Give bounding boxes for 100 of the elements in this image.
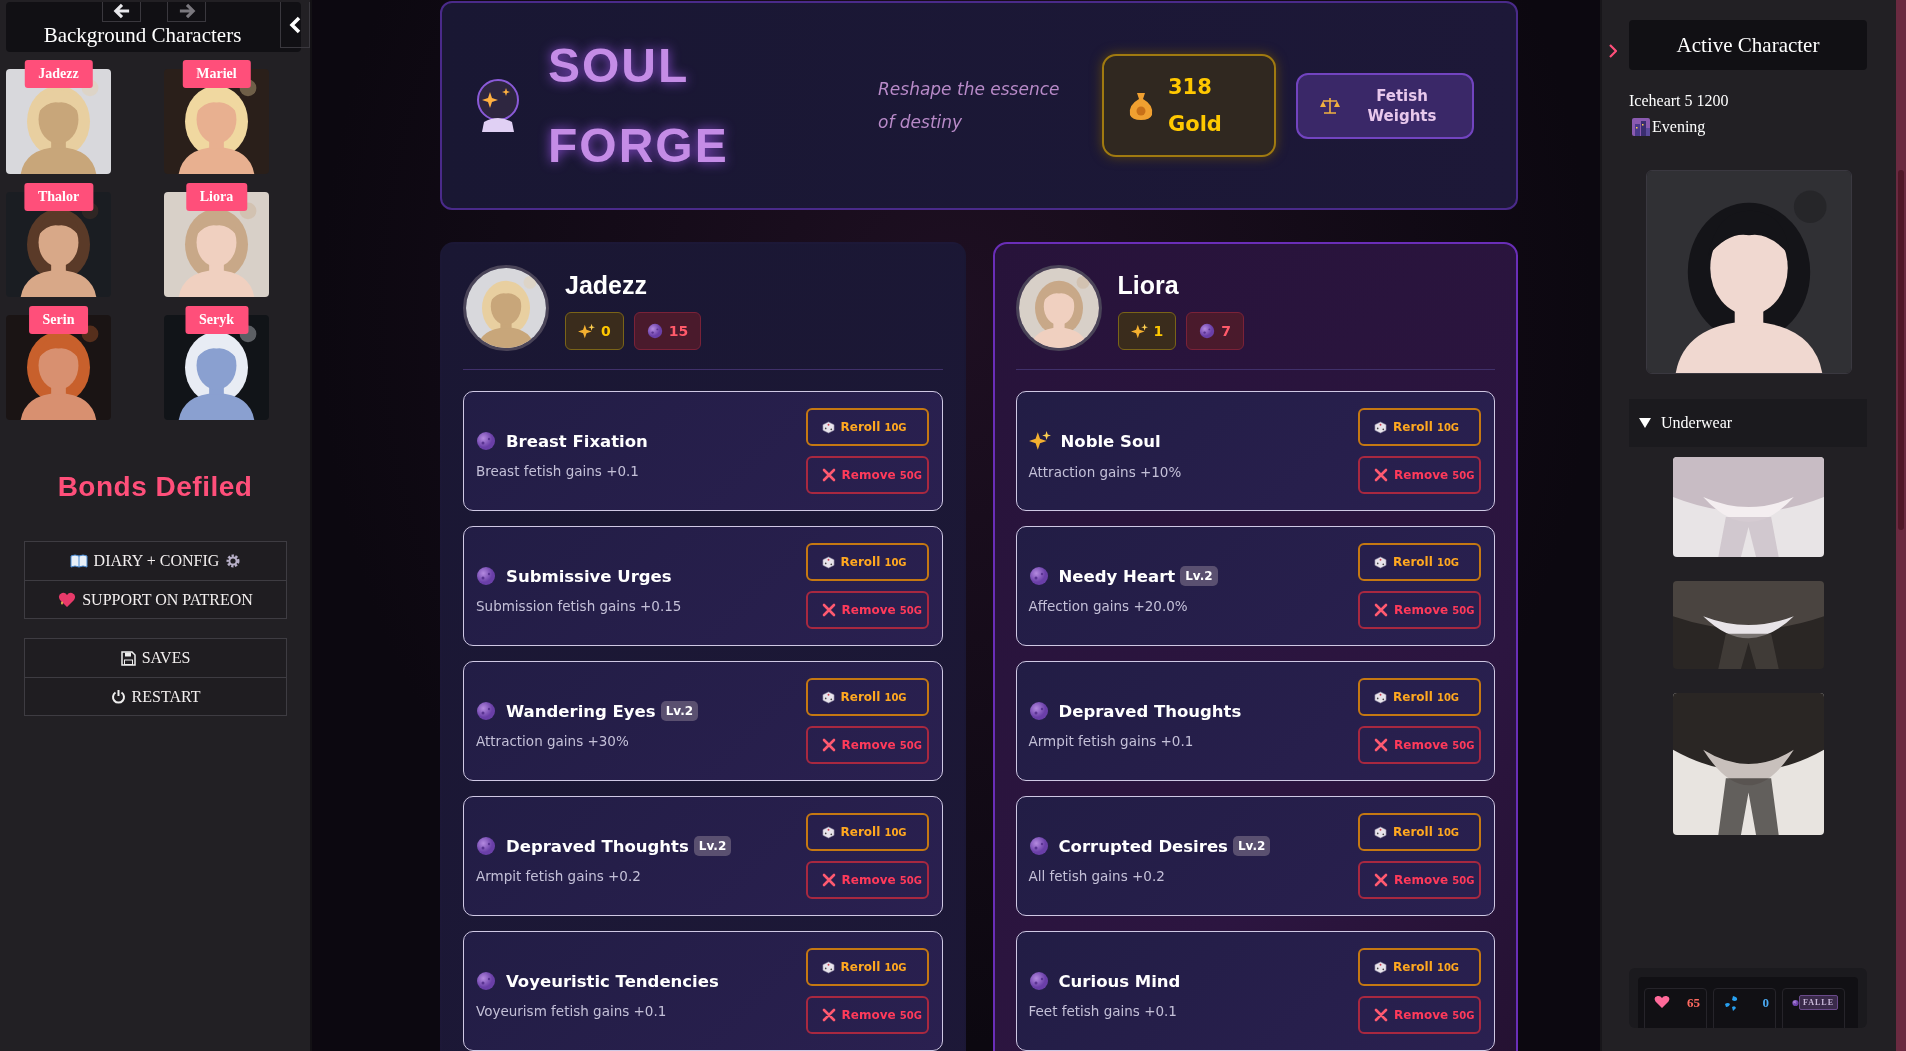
orb-icon bbox=[1028, 566, 1049, 586]
scrollbar-thumb[interactable] bbox=[1898, 170, 1904, 530]
trait-name: Curious Mind bbox=[1058, 971, 1181, 991]
name-tag: Jadezz bbox=[24, 60, 93, 88]
remove-button[interactable]: Remove 50G bbox=[1358, 456, 1481, 494]
orb-icon bbox=[476, 566, 496, 586]
sparkle-icon bbox=[1130, 322, 1148, 340]
close-icon bbox=[821, 738, 836, 752]
dice-icon bbox=[821, 420, 835, 434]
level-badge: Lv.2 bbox=[660, 701, 699, 721]
orb-icon bbox=[1028, 971, 1049, 991]
reroll-button[interactable]: Reroll 10G bbox=[805, 543, 929, 581]
tagline: Reshape the essence of destiny bbox=[878, 77, 1061, 134]
back-arrow-icon[interactable] bbox=[111, 3, 132, 19]
close-icon bbox=[821, 1008, 836, 1022]
dice-icon bbox=[1374, 825, 1387, 839]
trait-name: Wandering Eyes bbox=[506, 701, 656, 721]
reroll-button[interactable]: Reroll 10G bbox=[1358, 948, 1481, 986]
level-badge: Lv.2 bbox=[1232, 836, 1271, 856]
close-icon bbox=[1374, 873, 1388, 887]
sparkle-icon bbox=[578, 322, 595, 340]
game-title: Bonds Defiled bbox=[56, 471, 254, 503]
chevron-left-icon bbox=[289, 15, 301, 34]
collapse-button[interactable] bbox=[280, 2, 310, 48]
reroll-button[interactable]: Reroll 10G bbox=[805, 678, 929, 716]
forge-title: SOUL FORGE bbox=[548, 37, 730, 174]
orb-icon bbox=[476, 971, 496, 991]
character-panel[interactable] bbox=[992, 242, 1518, 1051]
trait-description: Armpit fetish gains +0.1 bbox=[1028, 733, 1195, 749]
character-info: Iceheart 5 1200 bbox=[1629, 92, 1730, 110]
trait-name: Depraved Thoughts bbox=[1058, 701, 1242, 721]
sparkle-count: 0 bbox=[601, 323, 611, 339]
trait-name: Voyeuristic Tendencies bbox=[506, 971, 719, 991]
dice-icon bbox=[1374, 690, 1387, 704]
trait-description: Armpit fetish gains +0.2 bbox=[476, 868, 642, 884]
chevron-right-icon[interactable] bbox=[1609, 44, 1617, 58]
sparkle-icon bbox=[1028, 430, 1051, 452]
close-icon bbox=[1374, 738, 1388, 752]
remove-button[interactable]: Remove 50G bbox=[805, 996, 929, 1034]
close-icon bbox=[1374, 468, 1388, 482]
name-tag: Serin bbox=[28, 306, 89, 334]
name-tag: Seryk bbox=[185, 306, 248, 334]
trait-description: All fetish gains +0.2 bbox=[1028, 868, 1166, 884]
reroll-button[interactable]: Reroll 10G bbox=[1358, 543, 1481, 581]
trait-name: Submissive Urges bbox=[506, 566, 672, 586]
trait-name: Corrupted Desires bbox=[1058, 836, 1228, 856]
reroll-button[interactable]: Reroll 10G bbox=[1358, 408, 1481, 446]
character-name: Jadezz bbox=[565, 271, 648, 300]
orb-icon bbox=[476, 836, 496, 856]
orb-icon bbox=[1028, 701, 1049, 721]
dice-icon bbox=[1374, 960, 1387, 974]
remove-button[interactable]: Remove 50G bbox=[805, 591, 929, 629]
reroll-button[interactable]: Reroll 10G bbox=[1358, 813, 1481, 851]
status-badge: FALLE bbox=[1798, 995, 1838, 1010]
close-icon bbox=[1374, 1008, 1388, 1022]
fetish-weights-button[interactable]: Fetish Weights bbox=[1296, 72, 1474, 139]
trait-name: Needy Heart bbox=[1058, 566, 1176, 586]
orb-count: 15 bbox=[668, 323, 689, 339]
section-header[interactable]: Underwear bbox=[1629, 399, 1867, 447]
remove-button[interactable]: Remove 50G bbox=[805, 861, 929, 899]
dice-icon bbox=[1374, 555, 1387, 569]
droplets-icon bbox=[1723, 995, 1739, 1011]
close-icon bbox=[821, 873, 836, 887]
dice-icon bbox=[821, 960, 835, 974]
scales-icon bbox=[1320, 95, 1340, 116]
remove-button[interactable]: Remove 50G bbox=[805, 726, 929, 764]
close-icon bbox=[821, 603, 836, 617]
dice-icon bbox=[1374, 420, 1387, 434]
orb-icon bbox=[476, 701, 496, 721]
panel-title: Active Character bbox=[1629, 20, 1867, 70]
section-title: Underwear bbox=[1661, 414, 1733, 432]
remove-button[interactable]: Remove 50G bbox=[805, 456, 929, 494]
gear-icon bbox=[225, 553, 242, 569]
reroll-button[interactable]: Reroll 10G bbox=[805, 813, 929, 851]
orb-icon bbox=[1199, 323, 1216, 339]
level-badge: Lv.2 bbox=[693, 836, 732, 856]
reroll-button[interactable]: Reroll 10G bbox=[1358, 678, 1481, 716]
money-bag-icon bbox=[1128, 90, 1154, 121]
reroll-button[interactable]: Reroll 10G bbox=[805, 408, 929, 446]
crystal-ball-icon bbox=[476, 77, 520, 134]
remove-button[interactable]: Remove 50G bbox=[1358, 591, 1481, 629]
close-icon bbox=[821, 468, 836, 482]
dice-icon bbox=[821, 690, 835, 704]
reroll-button[interactable]: Reroll 10G bbox=[805, 948, 929, 986]
time-of-day: Evening bbox=[1652, 118, 1706, 136]
name-tag: Thalor bbox=[23, 183, 94, 211]
character-panel[interactable] bbox=[440, 242, 966, 1051]
remove-button[interactable]: Remove 50G bbox=[1358, 996, 1481, 1034]
dice-icon bbox=[821, 825, 835, 839]
trait-description: Submission fetish gains +0.15 bbox=[476, 598, 683, 614]
sparkle-count: 1 bbox=[1153, 323, 1164, 339]
trait-description: Voyeurism fetish gains +0.1 bbox=[476, 1003, 668, 1019]
trait-name: Depraved Thoughts bbox=[506, 836, 689, 856]
remove-button[interactable]: Remove 50G bbox=[1358, 861, 1481, 899]
stat-value: 0 bbox=[1762, 995, 1769, 1011]
orb-icon bbox=[1028, 836, 1049, 856]
stat-value: 65 bbox=[1687, 995, 1700, 1011]
remove-button[interactable]: Remove 50G bbox=[1358, 726, 1481, 764]
city-icon bbox=[1632, 118, 1650, 136]
trait-description: Attraction gains +30% bbox=[476, 733, 630, 749]
